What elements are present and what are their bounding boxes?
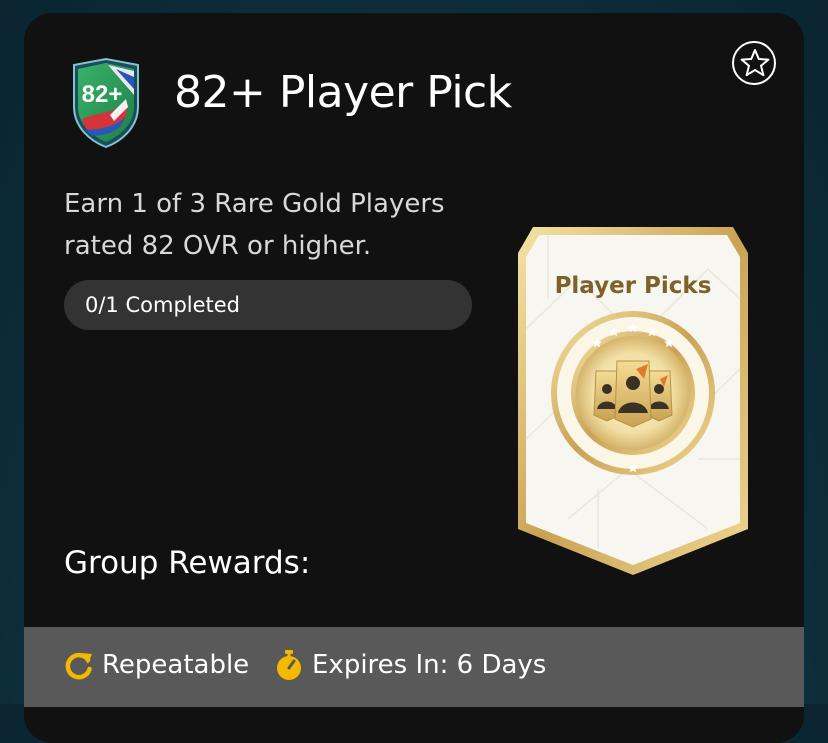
badge-text: 82+ bbox=[82, 81, 123, 108]
stopwatch-icon bbox=[277, 650, 301, 680]
objective-footer: Repeatable Expires In: 6 Days bbox=[24, 627, 804, 707]
repeat-arrow-icon bbox=[65, 652, 92, 680]
expires-label: Expires In: 6 Days bbox=[312, 650, 547, 680]
objective-badge-icon: 82+ bbox=[66, 55, 146, 151]
expires-info: Expires In: 6 Days bbox=[274, 647, 546, 683]
description-line-2: rated 82 OVR or higher. bbox=[64, 231, 372, 261]
progress-label: 0/1 Completed bbox=[85, 293, 241, 317]
repeatable-label: Repeatable bbox=[102, 650, 250, 680]
group-rewards-title: Group Rewards: bbox=[64, 545, 311, 581]
objective-card: 82+ 82+ Player Pick Earn 1 of 3 Rare Gol… bbox=[24, 13, 804, 743]
star-outline-icon bbox=[740, 49, 770, 77]
description-line-1: Earn 1 of 3 Rare Gold Players bbox=[64, 189, 445, 219]
mini-player-cards-icon bbox=[593, 360, 673, 428]
favorite-button[interactable] bbox=[732, 41, 776, 85]
objective-title: 82+ Player Pick bbox=[174, 67, 512, 118]
repeatable-info: Repeatable bbox=[64, 647, 249, 683]
player-picks-pack[interactable]: Player Picks bbox=[508, 219, 758, 579]
progress-pill: 0/1 Completed bbox=[64, 280, 472, 330]
objective-description: Earn 1 of 3 Rare Gold Players rated 82 O… bbox=[64, 183, 494, 267]
pack-title: Player Picks bbox=[554, 273, 712, 299]
